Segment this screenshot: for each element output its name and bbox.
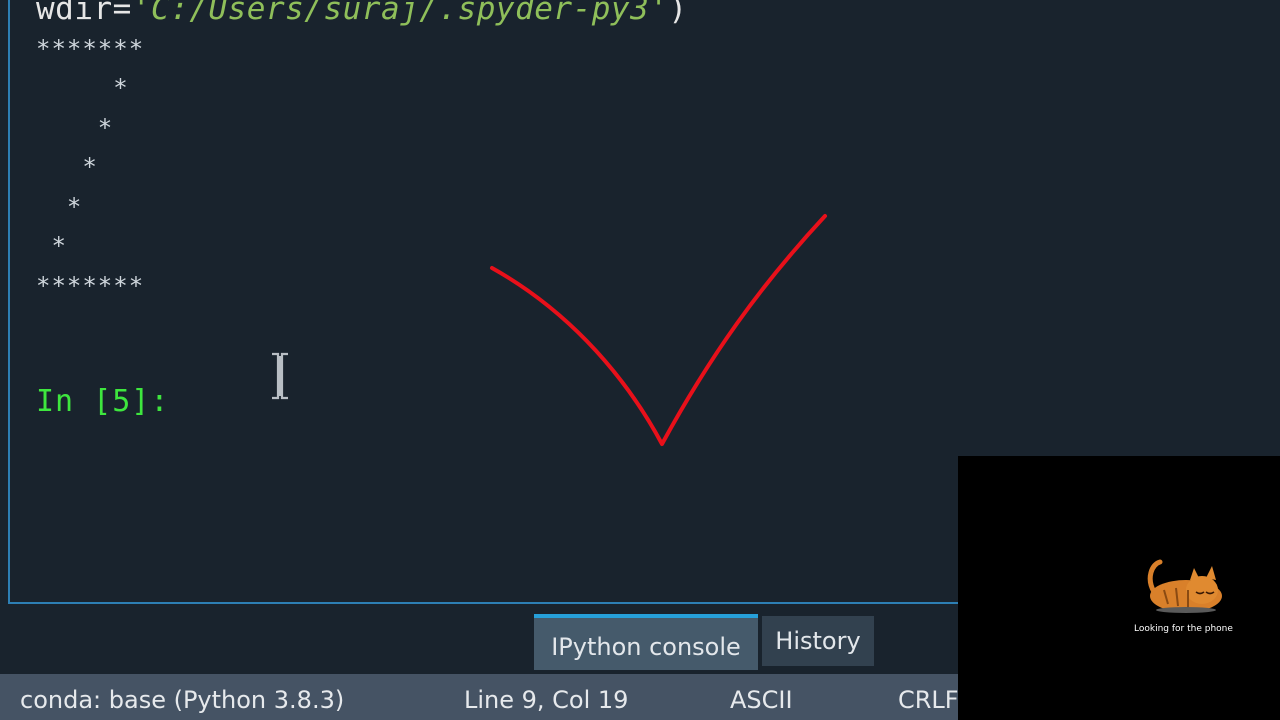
checkmark-icon (490, 214, 827, 446)
input-prompt[interactable]: In [5]: (36, 384, 169, 419)
status-conda-env: conda: base (Python 3.8.3) (20, 686, 345, 714)
tab-ipython-console[interactable]: IPython console (534, 614, 758, 670)
wdir-string: 'C:/Users/suraj/.spyder-py3' (131, 0, 669, 27)
overlay-caption: Looking for the phone (1134, 624, 1233, 634)
tab-history[interactable]: History (762, 616, 874, 666)
status-encoding: ASCII (730, 686, 793, 714)
wdir-suffix: ) (668, 0, 688, 27)
sleeping-cat-icon (1147, 559, 1222, 613)
output-line: * (36, 113, 114, 142)
output-line: ******* (36, 34, 145, 63)
output-line: * (36, 153, 98, 181)
wdir-prefix: wdir= (36, 0, 132, 27)
webcam-overlay: Looking for the phone (958, 456, 1280, 720)
status-cursor-position: Line 9, Col 19 (464, 686, 629, 714)
text-cursor-icon (272, 352, 288, 400)
output-line: * (36, 74, 129, 102)
status-eol: CRLF (898, 686, 959, 714)
